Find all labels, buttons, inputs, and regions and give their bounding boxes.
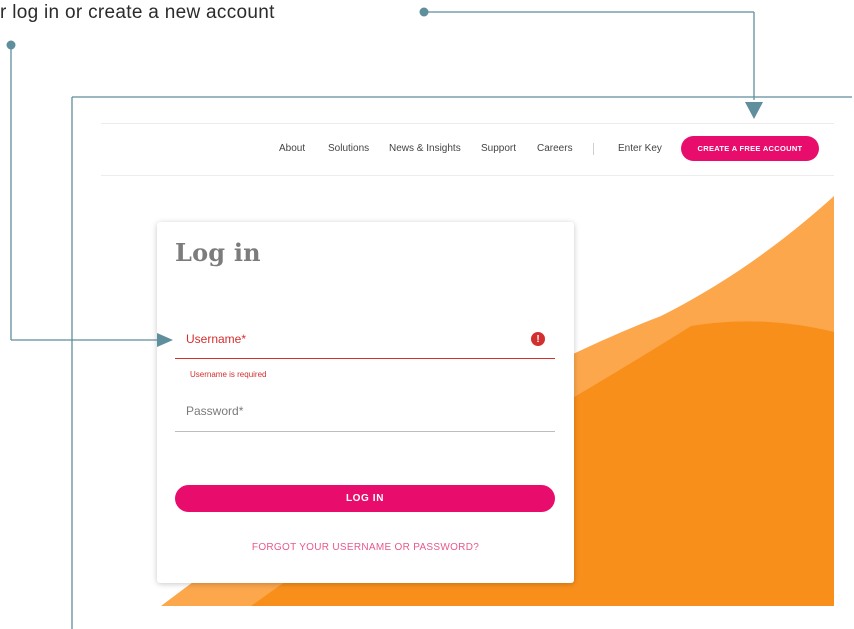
nav-item-enter-key[interactable]: Enter Key [618,137,662,161]
arrow-down-icon [745,102,763,119]
leader-dot-caption [419,7,429,17]
annotation-caption: r log in or create a new account [0,2,275,23]
login-button[interactable]: LOG IN [175,485,555,512]
nav-item-solutions[interactable]: Solutions [328,137,369,161]
username-error-message: Username is required [190,370,267,379]
password-underline [175,431,555,432]
nav-item-support[interactable]: Support [481,137,516,161]
username-label: Username* [186,332,247,346]
username-underline [175,358,555,359]
password-label: Password* [186,404,244,418]
exclamation-circle-icon: ! [531,332,545,346]
nav-item-careers[interactable]: Careers [537,137,573,161]
nav-item-news-insights[interactable]: News & Insights [389,137,461,161]
password-field[interactable]: Password* [175,394,555,432]
username-field[interactable]: Username* ! [175,322,555,360]
forgot-credentials-link[interactable]: FORGOT YOUR USERNAME OR PASSWORD? [157,542,574,553]
create-account-button[interactable]: CREATE A FREE ACCOUNT [681,136,819,161]
nav-item-about[interactable]: About [279,137,305,161]
login-title: Log in [175,238,261,267]
leader-dot-username [6,40,16,50]
nav-divider [593,143,594,155]
header-top-border [101,123,834,124]
login-card: Log in Username* ! Username is required … [157,222,574,583]
